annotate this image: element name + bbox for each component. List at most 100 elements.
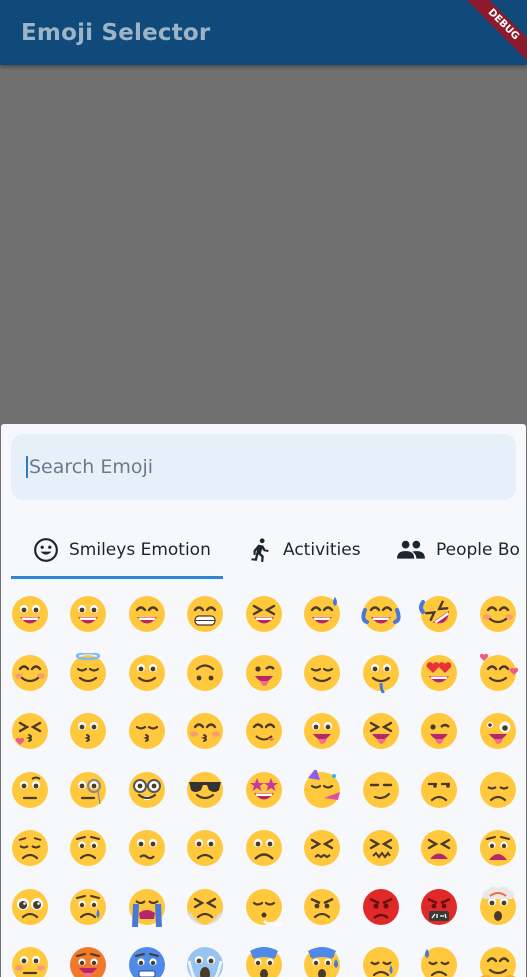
- emoji-confused[interactable]: [127, 828, 167, 868]
- emoji-grinning-smiling-eyes[interactable]: [127, 594, 167, 634]
- winking-icon: [246, 655, 282, 691]
- fearful-icon: [246, 947, 282, 977]
- emoji-flushed[interactable]: [10, 945, 50, 977]
- emoji-steam-nose[interactable]: [185, 887, 225, 927]
- emoji-pensive[interactable]: [10, 828, 50, 868]
- selected-tab-indicator: [11, 576, 223, 579]
- emoji-partying[interactable]: [302, 770, 342, 810]
- emoji-grinning-big-eyes[interactable]: [68, 594, 108, 634]
- kissing-heart-icon: [12, 713, 48, 749]
- app-title: Emoji Selector: [21, 19, 211, 46]
- grinning-big-eyes-icon: [70, 596, 106, 632]
- emoji-disappointed[interactable]: [478, 770, 518, 810]
- emoji-winking[interactable]: [244, 653, 284, 693]
- emoji-tongue[interactable]: [302, 711, 342, 751]
- emoji-beaming[interactable]: [185, 594, 225, 634]
- emoji-hugging[interactable]: [478, 945, 518, 977]
- emoji-slightly-frowning[interactable]: [185, 828, 225, 868]
- emoji-melting[interactable]: [361, 653, 401, 693]
- exploding-head-icon: [480, 887, 516, 925]
- emoji-winking-tongue[interactable]: [419, 711, 459, 751]
- grinning-sweat-icon: [304, 596, 340, 632]
- pouting-icon: [363, 889, 399, 925]
- search-input[interactable]: [29, 456, 489, 478]
- emoji-slightly-smiling[interactable]: [127, 653, 167, 693]
- hugging-icon: [480, 947, 516, 977]
- emoji-fearful[interactable]: [244, 945, 284, 977]
- emoji-kissing-closed-eyes[interactable]: [127, 711, 167, 751]
- zany-icon: [480, 713, 516, 749]
- emoji-exhaling[interactable]: [244, 887, 284, 927]
- emoji-persevering[interactable]: [302, 828, 342, 868]
- downcast-sweat-icon: [421, 947, 457, 977]
- emoji-unamused[interactable]: [419, 770, 459, 810]
- emoji-kissing-heart[interactable]: [10, 711, 50, 751]
- emoji-smirking[interactable]: [361, 770, 401, 810]
- debug-banner-label: DEBUG: [461, 0, 527, 67]
- tired-icon: [421, 830, 457, 866]
- heart-eyes-icon: [421, 655, 457, 691]
- emoji-kissing[interactable]: [68, 711, 108, 751]
- tab-people-body[interactable]: People Bo: [396, 524, 520, 576]
- emoji-nerd[interactable]: [127, 770, 167, 810]
- tab-activities[interactable]: Activities: [247, 524, 361, 576]
- emoji-cursing[interactable]: [419, 887, 459, 927]
- text-caret: [26, 456, 28, 478]
- beaming-icon: [187, 596, 223, 632]
- emoji-hot-face[interactable]: [68, 945, 108, 977]
- emoji-downcast-sweat[interactable]: [419, 945, 459, 977]
- emoji-worried[interactable]: [68, 828, 108, 868]
- emoji-yum[interactable]: [244, 711, 284, 751]
- emoji-grinning[interactable]: [10, 594, 50, 634]
- emoji-kissing-smiling-eyes[interactable]: [185, 711, 225, 751]
- cold-face-icon: [129, 947, 165, 977]
- squinting-tongue-icon: [363, 713, 399, 749]
- emoji-rolling-laughing[interactable]: [419, 594, 459, 634]
- emoji-crying[interactable]: [68, 887, 108, 927]
- smiley-face-icon: [34, 538, 58, 562]
- emoji-zany[interactable]: [478, 711, 518, 751]
- confused-icon: [129, 830, 165, 866]
- scream-icon: [187, 947, 223, 977]
- emoji-sunglasses[interactable]: [185, 770, 225, 810]
- grinning-smiling-eyes-icon: [129, 596, 165, 632]
- emoji-confounded[interactable]: [361, 828, 401, 868]
- emoji-smiling-hearts[interactable]: [478, 653, 518, 693]
- emoji-frowning[interactable]: [244, 828, 284, 868]
- emoji-raised-eyebrow[interactable]: [10, 770, 50, 810]
- smiling-blush-icon: [480, 596, 516, 632]
- persevering-icon: [304, 830, 340, 866]
- search-field[interactable]: [11, 434, 516, 500]
- emoji-weary[interactable]: [478, 828, 518, 868]
- modal-scrim[interactable]: [0, 65, 527, 424]
- emoji-angry[interactable]: [302, 887, 342, 927]
- emoji-upside-down[interactable]: [185, 653, 225, 693]
- debug-banner: DEBUG: [457, 0, 527, 70]
- emoji-tears-of-joy[interactable]: [361, 594, 401, 634]
- emoji-cold-face[interactable]: [127, 945, 167, 977]
- emoji-tired[interactable]: [419, 828, 459, 868]
- emoji-pleading[interactable]: [10, 887, 50, 927]
- emoji-pouting[interactable]: [361, 887, 401, 927]
- emoji-sad-relieved[interactable]: [361, 945, 401, 977]
- emoji-smiling-blush[interactable]: [478, 594, 518, 634]
- emoji-heart-eyes[interactable]: [419, 653, 459, 693]
- emoji-anxious-sweat[interactable]: [302, 945, 342, 977]
- emoji-scream[interactable]: [185, 945, 225, 977]
- kissing-icon: [70, 713, 106, 749]
- emoji-monocle[interactable]: [68, 770, 108, 810]
- emoji-halo[interactable]: [68, 653, 108, 693]
- emoji-exploding-head[interactable]: [478, 887, 518, 927]
- frowning-icon: [246, 830, 282, 866]
- emoji-relieved[interactable]: [302, 653, 342, 693]
- emoji-squinting-laugh[interactable]: [244, 594, 284, 634]
- emoji-smiling-blush-2[interactable]: [10, 653, 50, 693]
- emoji-squinting-tongue[interactable]: [361, 711, 401, 751]
- tab-smileys-emotion[interactable]: Smileys Emotion: [33, 524, 211, 576]
- emoji-grinning-sweat[interactable]: [302, 594, 342, 634]
- emoji-loudly-crying[interactable]: [127, 887, 167, 927]
- slightly-smiling-icon: [129, 655, 165, 691]
- tab-label: Smileys Emotion: [69, 540, 211, 560]
- emoji-star-struck[interactable]: [244, 770, 284, 810]
- tongue-icon: [304, 713, 340, 749]
